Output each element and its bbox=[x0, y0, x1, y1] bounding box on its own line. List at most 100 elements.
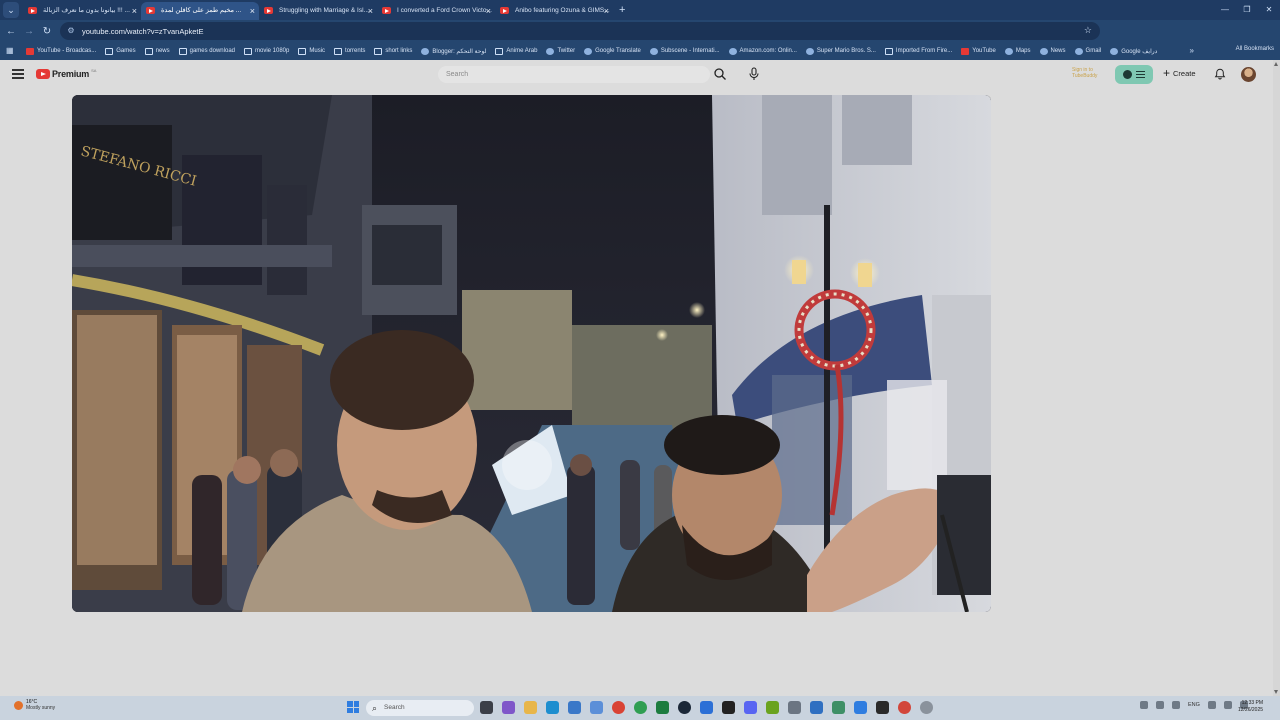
taskbar-search-input[interactable]: Search bbox=[366, 700, 474, 716]
bookmark-item[interactable]: movie 1080p bbox=[244, 47, 290, 55]
bookmarks-overflow-icon[interactable]: » bbox=[1190, 46, 1194, 55]
youtube-icon bbox=[961, 47, 970, 55]
close-tab-icon[interactable]: × bbox=[604, 2, 609, 20]
bookmark-label: Games bbox=[116, 48, 136, 54]
tubebuddy-line2: TubeBuddy bbox=[1072, 73, 1098, 79]
mail-icon[interactable] bbox=[590, 701, 603, 714]
bookmark-item[interactable]: Blogger: لوحة التحكم bbox=[421, 47, 486, 55]
tubebuddy-button[interactable] bbox=[1115, 65, 1153, 84]
chrome-profile-icon[interactable] bbox=[898, 701, 911, 714]
search-input[interactable]: Search bbox=[438, 66, 710, 83]
store-icon[interactable] bbox=[568, 701, 581, 714]
bookmark-favicon-icon bbox=[421, 47, 430, 55]
battery-icon[interactable] bbox=[1223, 701, 1232, 709]
bookmark-star-icon[interactable]: ☆ bbox=[1084, 25, 1092, 36]
browser-tab[interactable]: مخيم طمز على كافلن لمدة ... × bbox=[141, 2, 259, 20]
bookmark-item[interactable]: News bbox=[1039, 47, 1066, 55]
pause-icon[interactable] bbox=[876, 701, 889, 714]
close-tab-icon[interactable]: × bbox=[132, 2, 137, 20]
bookmarks-bar: ▦ YouTube - Broadcas... Games news games do… bbox=[0, 42, 1280, 60]
network-icon[interactable] bbox=[1156, 701, 1164, 709]
bookmark-item[interactable]: Twitter bbox=[546, 47, 575, 55]
all-bookmarks-button[interactable]: All Bookmarks bbox=[1236, 46, 1274, 52]
bookmark-item[interactable]: torrents bbox=[334, 47, 365, 55]
apps-grid-icon[interactable]: ▦ bbox=[6, 46, 16, 56]
site-info-icon[interactable]: ⚙ bbox=[66, 26, 76, 36]
bookmark-item[interactable]: short links bbox=[374, 47, 412, 55]
terminal-icon[interactable] bbox=[722, 701, 735, 714]
page-scrollbar[interactable] bbox=[1273, 60, 1280, 696]
bookmark-item[interactable]: Music bbox=[298, 47, 325, 55]
browser-tab[interactable]: بيانونا بدون ما نعرف الزبالة !!! ... × bbox=[23, 2, 141, 20]
monitor-icon[interactable] bbox=[854, 701, 867, 714]
close-tab-icon[interactable]: × bbox=[250, 2, 255, 20]
maximize-icon[interactable]: ❐ bbox=[1236, 0, 1258, 20]
shield-icon[interactable] bbox=[810, 701, 823, 714]
youtube-premium-logo[interactable]: Premium SA bbox=[36, 68, 96, 79]
create-button[interactable]: + Create bbox=[1163, 67, 1196, 79]
account-avatar[interactable] bbox=[1241, 67, 1256, 82]
bookmark-item[interactable]: news bbox=[144, 47, 170, 55]
system-tray: ENG bbox=[1140, 701, 1248, 709]
bookmark-item[interactable]: Subscene - Internati... bbox=[649, 47, 720, 55]
volume-icon[interactable] bbox=[1207, 701, 1216, 709]
url-field[interactable]: ⚙ youtube.com/watch?v=zTvanApketE ☆ bbox=[60, 22, 1100, 40]
browser-tab[interactable]: I converted a Ford Crown Victo... × bbox=[377, 2, 495, 20]
notifications-bell-icon[interactable] bbox=[1214, 68, 1226, 80]
bookmark-item[interactable]: Imported From Fire... bbox=[884, 47, 952, 55]
bookmark-item[interactable]: Anime Arab bbox=[495, 47, 537, 55]
search-icon[interactable] bbox=[713, 67, 727, 81]
bookmark-item[interactable]: YouTube - Broadcas... bbox=[26, 47, 96, 55]
file-explorer-icon[interactable] bbox=[524, 701, 537, 714]
tab-title: I converted a Ford Crown Victo... bbox=[397, 7, 492, 14]
weather-sun-icon bbox=[14, 700, 23, 710]
nvidia-icon[interactable] bbox=[766, 701, 779, 714]
bookmark-item[interactable]: Gmail bbox=[1074, 47, 1101, 55]
back-icon[interactable]: ← bbox=[2, 26, 20, 37]
calculator-icon[interactable] bbox=[832, 701, 845, 714]
minimize-icon[interactable]: — bbox=[1214, 0, 1236, 20]
bookmark-item[interactable]: YouTube bbox=[961, 47, 996, 55]
task-view-icon[interactable] bbox=[480, 701, 493, 714]
new-tab-button[interactable]: + bbox=[619, 4, 625, 16]
video-player[interactable]: STEFANO RICCI bbox=[72, 95, 991, 612]
widgets-icon[interactable] bbox=[502, 701, 515, 714]
close-tab-icon[interactable]: × bbox=[368, 2, 373, 20]
bookmark-item[interactable]: Maps bbox=[1004, 47, 1031, 55]
chrome-icon[interactable] bbox=[612, 701, 625, 714]
messenger-icon[interactable] bbox=[700, 701, 713, 714]
language-indicator[interactable]: ENG bbox=[1188, 702, 1200, 708]
youtube-favicon-icon bbox=[500, 7, 509, 14]
edge-icon[interactable] bbox=[546, 701, 559, 714]
taskbar-clock[interactable]: 12:33 PM 12/26/2025 bbox=[1238, 700, 1263, 714]
chrome-alt-icon[interactable] bbox=[634, 701, 647, 714]
bookmark-item[interactable]: Google Translate bbox=[584, 47, 641, 55]
xbox-icon[interactable] bbox=[656, 701, 669, 714]
tab-search-icon[interactable]: ⌄ bbox=[3, 2, 19, 18]
hamburger-menu-icon[interactable] bbox=[12, 69, 24, 79]
microphone-tray-icon[interactable] bbox=[1172, 701, 1180, 709]
bookmark-item[interactable]: Google درايف bbox=[1110, 47, 1157, 55]
forward-icon[interactable]: → bbox=[20, 26, 38, 37]
weather-widget[interactable]: 16°C Mostly sunny bbox=[14, 699, 55, 711]
bookmark-item[interactable]: Games bbox=[105, 47, 136, 55]
close-icon[interactable]: ✕ bbox=[1258, 0, 1280, 20]
bookmark-label: news bbox=[155, 48, 170, 54]
discord-icon[interactable] bbox=[744, 701, 757, 714]
taskbar-apps bbox=[480, 701, 933, 714]
bookmark-item[interactable]: Amazon.com: Onlin... bbox=[728, 47, 797, 55]
bookmark-label: movie 1080p bbox=[255, 48, 290, 54]
bookmark-item[interactable]: Super Mario Bros. S... bbox=[805, 47, 876, 55]
gear-icon[interactable] bbox=[920, 701, 933, 714]
reload-icon[interactable]: ↻ bbox=[38, 26, 56, 37]
browser-tab[interactable]: Struggling with Marriage & Isl... × bbox=[259, 2, 377, 20]
windows-start-icon[interactable] bbox=[347, 701, 359, 713]
settings-gear-icon[interactable] bbox=[788, 701, 801, 714]
bookmark-item[interactable]: games download bbox=[178, 47, 235, 55]
steam-icon[interactable] bbox=[678, 701, 691, 714]
microphone-icon[interactable] bbox=[748, 67, 760, 81]
browser-tab[interactable]: Anibo featuring Ozuna & GIMS... × bbox=[495, 2, 613, 20]
close-tab-icon[interactable]: × bbox=[486, 2, 491, 20]
tubebuddy-signin[interactable]: Sign in to TubeBuddy bbox=[1072, 67, 1097, 79]
tray-chevron-icon[interactable] bbox=[1140, 701, 1148, 709]
